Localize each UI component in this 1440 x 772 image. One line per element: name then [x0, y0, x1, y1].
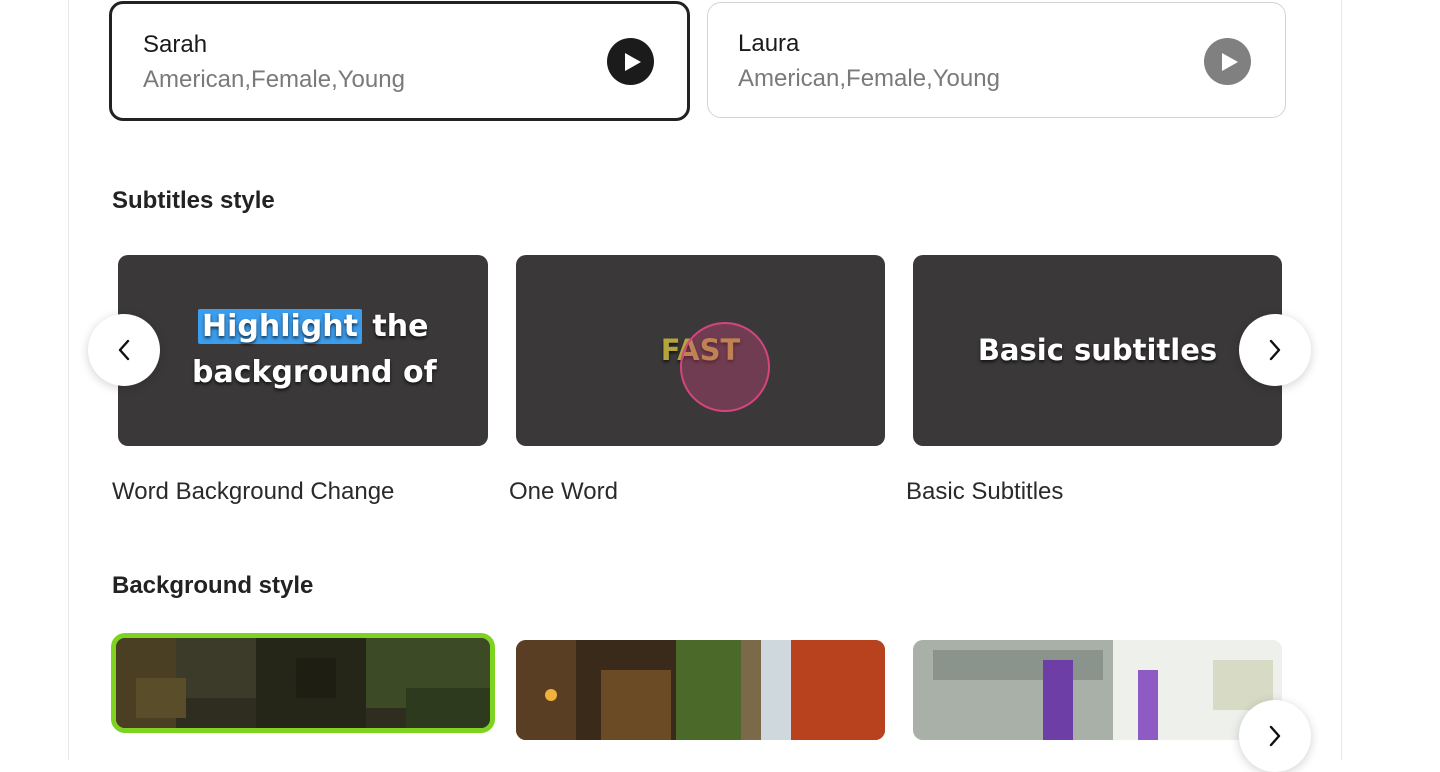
preview-text: Basic subtitles [977, 333, 1218, 367]
play-button[interactable] [607, 38, 654, 85]
preview-line-1: Highlight the [198, 305, 428, 349]
voice-name: Sarah [143, 31, 208, 58]
background-option-1[interactable] [111, 633, 495, 733]
subtitle-style-basic[interactable]: Basic subtitles [913, 255, 1282, 446]
preview-rest: the [361, 309, 429, 344]
background-option-2[interactable] [516, 640, 885, 740]
background-thumbnail [516, 640, 885, 740]
voice-description: American,Female,Young [143, 66, 405, 93]
cursor-indicator [680, 322, 770, 412]
subtitles-style-heading: Subtitles style [112, 187, 275, 214]
preview-line-2: background of [192, 355, 437, 390]
play-button[interactable] [1204, 38, 1251, 85]
preview-highlight-word: Highlight [198, 309, 362, 344]
voice-card-laura[interactable]: Laura American,Female,Young [707, 2, 1286, 118]
chevron-left-icon [118, 339, 130, 361]
background-carousel-next-button[interactable] [1239, 700, 1311, 772]
play-icon [624, 52, 641, 71]
subtitle-style-one-word[interactable]: FAST [516, 255, 885, 446]
subtitle-style-label: Word Background Change [112, 478, 395, 505]
chevron-right-icon [1269, 725, 1281, 747]
subtitle-style-label: One Word [509, 478, 618, 505]
subtitle-style-word-background-change[interactable]: Highlight the background of [118, 255, 488, 446]
voice-name: Laura [738, 30, 800, 57]
chevron-right-icon [1269, 339, 1281, 361]
play-icon [1221, 52, 1238, 71]
background-style-heading: Background style [112, 572, 314, 599]
voice-card-sarah[interactable]: Sarah American,Female,Young [109, 1, 690, 121]
background-thumbnail [913, 640, 1282, 740]
background-option-3[interactable] [913, 640, 1282, 740]
carousel-prev-button[interactable] [88, 314, 160, 386]
voice-description: American,Female,Young [738, 65, 1000, 92]
carousel-next-button[interactable] [1239, 314, 1311, 386]
subtitle-style-label: Basic Subtitles [906, 478, 1064, 505]
background-thumbnail [116, 638, 490, 728]
